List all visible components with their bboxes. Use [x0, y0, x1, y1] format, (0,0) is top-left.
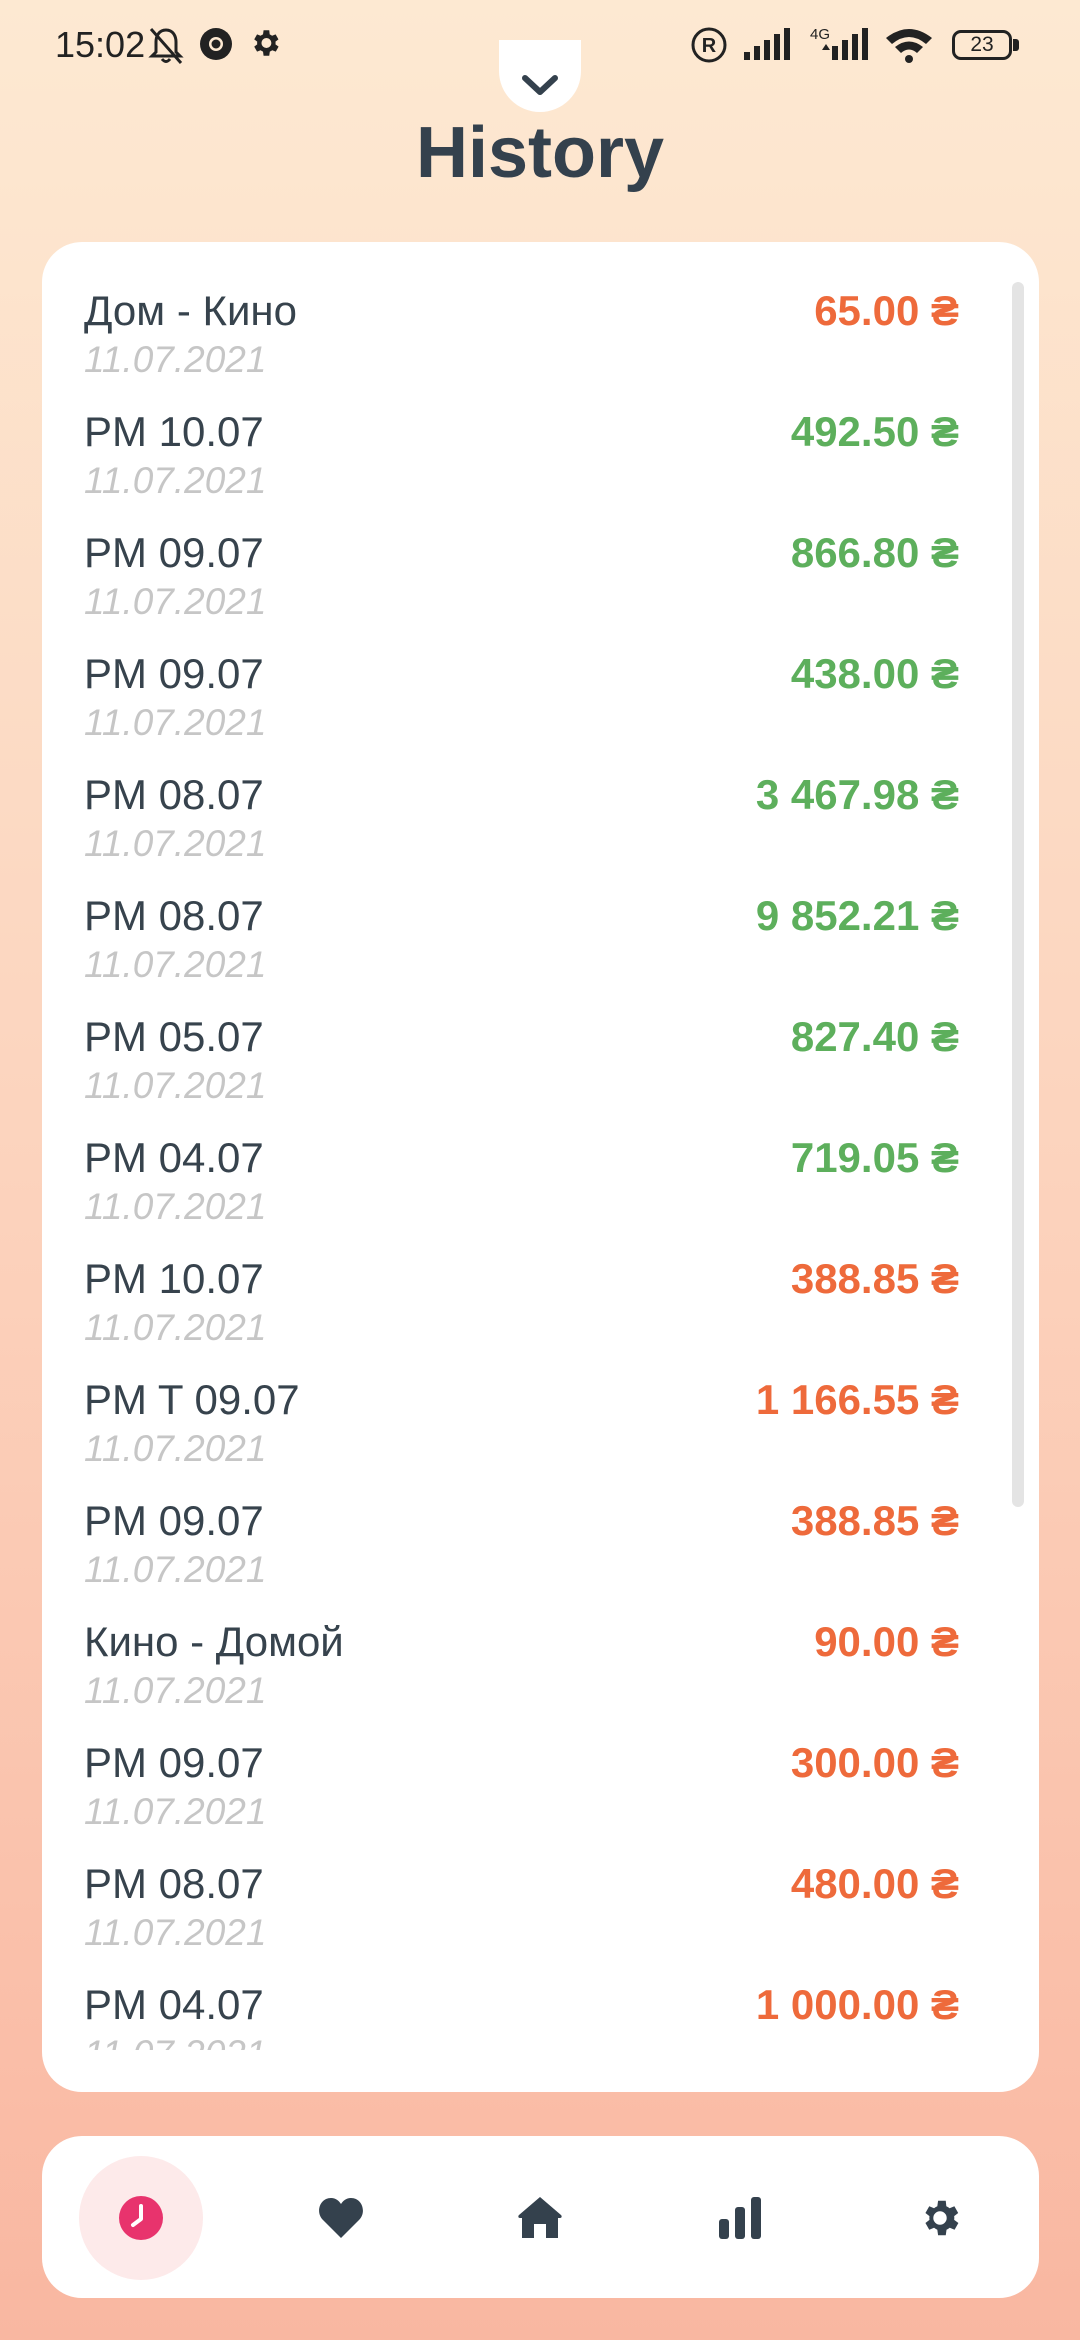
history-card: Дом - Кино 11.07.2021 65.00 ₴ PM 10.07 1…: [42, 242, 1039, 2092]
clock-icon: [119, 2196, 163, 2240]
item-amount: 480.00 ₴: [790, 1860, 959, 1907]
battery-indicator: 23: [952, 30, 1012, 60]
list-item[interactable]: PM 05.07 11.07.2021 827.40 ₴: [42, 968, 1039, 1106]
gear-icon: [925, 2200, 959, 2236]
list-item[interactable]: PM 09.07 11.07.2021 866.80 ₴: [42, 484, 1039, 622]
item-amount: 90.00 ₴: [814, 1618, 959, 1665]
wifi-icon: [886, 29, 932, 63]
home-icon: [518, 2197, 562, 2238]
item-amount: 9 852.21 ₴: [755, 892, 959, 939]
heart-icon: [319, 2198, 363, 2238]
list-item[interactable]: PM 09.07 11.07.2021 300.00 ₴: [42, 1694, 1039, 1832]
list-item[interactable]: PM 04.07 11.07.2021 1 000.00 ₴: [42, 1936, 1039, 2050]
item-amount: 388.85 ₴: [790, 1497, 959, 1544]
nav-statistics[interactable]: [678, 2156, 802, 2280]
battery-tip: [1013, 39, 1019, 51]
list-item[interactable]: PM 09.07 11.07.2021 438.00 ₴: [42, 605, 1039, 743]
bell-muted-icon: [148, 28, 184, 64]
item-amount: 300.00 ₴: [790, 1739, 959, 1786]
item-amount: 866.80 ₴: [790, 529, 959, 576]
nav-history[interactable]: [79, 2156, 203, 2280]
item-amount: 1 000.00 ₴: [755, 1981, 959, 2028]
item-title: PM 08.07: [84, 892, 264, 939]
item-title: PM T 09.07: [84, 1376, 300, 1423]
item-amount: 1 166.55 ₴: [755, 1376, 959, 1423]
item-amount: 388.85 ₴: [790, 1255, 959, 1302]
item-amount: 719.05 ₴: [790, 1134, 959, 1181]
battery-level: 23: [970, 33, 994, 56]
item-title: PM 08.07: [84, 771, 264, 818]
list-item[interactable]: PM 08.07 11.07.2021 3 467.98 ₴: [42, 726, 1039, 864]
list-item[interactable]: Кино - Домой 11.07.2021 90.00 ₴: [42, 1573, 1039, 1711]
item-title: PM 08.07: [84, 1860, 264, 1907]
item-amount: 3 467.98 ₴: [755, 771, 959, 818]
collapse-button[interactable]: [499, 40, 581, 112]
signal-icon: [744, 28, 790, 60]
list-item[interactable]: PM 10.07 11.07.2021 388.85 ₴: [42, 1210, 1039, 1348]
item-title: PM 09.07: [84, 1739, 264, 1786]
list-item[interactable]: PM 10.07 11.07.2021 492.50 ₴: [42, 363, 1039, 501]
item-title: PM 04.07: [84, 1134, 264, 1181]
item-amount: 65.00 ₴: [814, 287, 959, 334]
item-title: PM 10.07: [84, 408, 264, 455]
bar-chart-icon: [719, 2197, 761, 2239]
item-amount: 827.40 ₴: [790, 1013, 959, 1060]
item-date: 11.07.2021: [84, 2033, 266, 2050]
list-item[interactable]: PM T 09.07 11.07.2021 1 166.55 ₴: [42, 1331, 1039, 1469]
svg-text:R: R: [702, 35, 717, 57]
registered-icon: R: [691, 27, 727, 63]
settings-status-icon: [254, 30, 279, 56]
list-item[interactable]: Дом - Кино 11.07.2021 65.00 ₴: [42, 242, 1039, 380]
item-title: Кино - Домой: [84, 1618, 344, 1665]
list-item[interactable]: PM 08.07 11.07.2021 9 852.21 ₴: [42, 847, 1039, 985]
chrome-icon: [200, 28, 232, 60]
item-amount: 438.00 ₴: [790, 650, 959, 697]
chevron-down-icon: [522, 75, 558, 95]
item-title: PM 09.07: [84, 1497, 264, 1544]
item-title: PM 09.07: [84, 529, 264, 576]
bottom-nav: [42, 2136, 1039, 2298]
nav-favorites[interactable]: [279, 2156, 403, 2280]
item-title: PM 04.07: [84, 1981, 264, 2028]
item-title: PM 10.07: [84, 1255, 264, 1302]
signal-icon-2: [822, 28, 868, 60]
page-title: History: [415, 113, 665, 193]
nav-settings[interactable]: [878, 2156, 1002, 2280]
scrollbar[interactable]: [1012, 282, 1024, 1507]
status-time: 15:02: [55, 24, 146, 65]
item-title: Дом - Кино: [84, 287, 297, 334]
item-amount: 492.50 ₴: [790, 408, 959, 455]
item-title: PM 05.07: [84, 1013, 264, 1060]
history-list[interactable]: Дом - Кино 11.07.2021 65.00 ₴ PM 10.07 1…: [42, 242, 1039, 2050]
list-item[interactable]: PM 04.07 11.07.2021 719.05 ₴: [42, 1089, 1039, 1227]
item-title: PM 09.07: [84, 650, 264, 697]
list-item[interactable]: PM 08.07 11.07.2021 480.00 ₴: [42, 1815, 1039, 1953]
list-item[interactable]: PM 09.07 11.07.2021 388.85 ₴: [42, 1452, 1039, 1590]
nav-home[interactable]: [478, 2156, 602, 2280]
